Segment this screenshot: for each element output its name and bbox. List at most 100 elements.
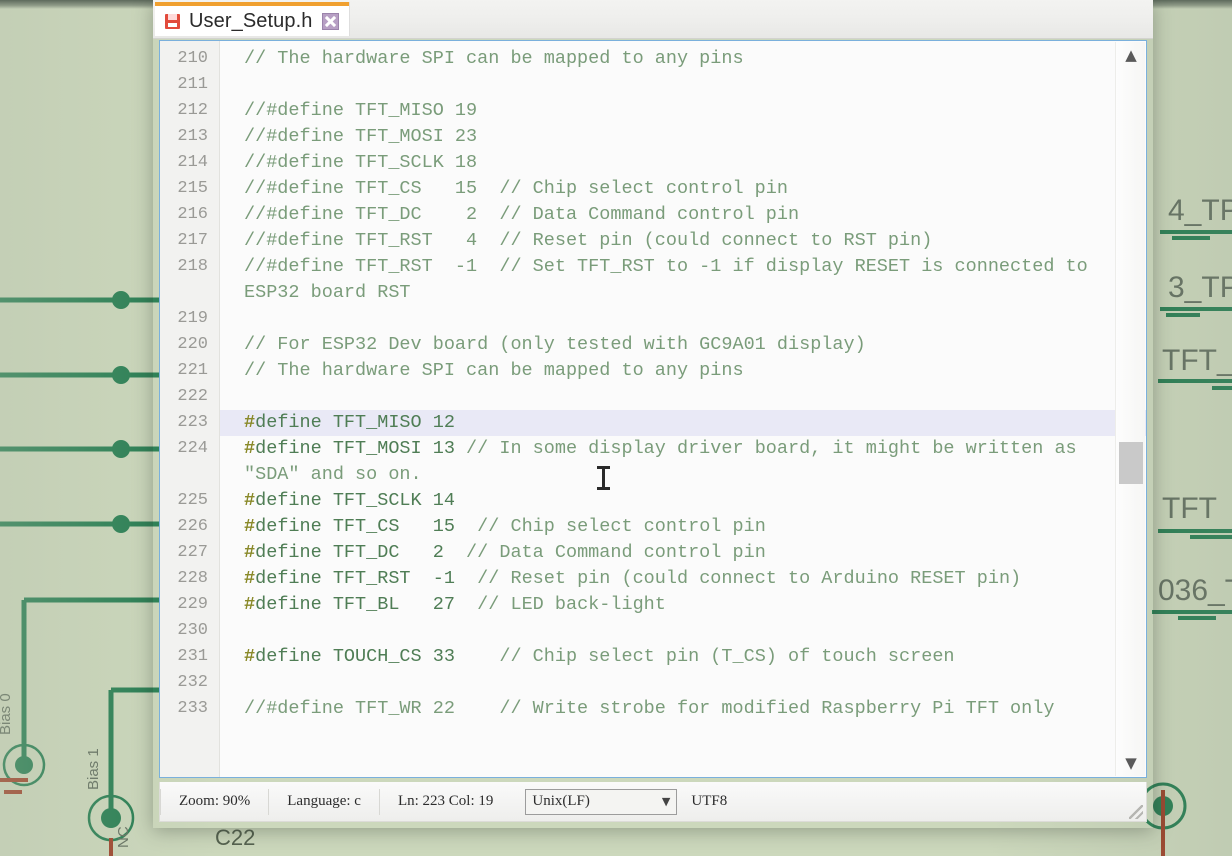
- code-line-222[interactable]: [220, 384, 1146, 410]
- code-token: define TOUCH_CS 33: [255, 646, 500, 667]
- scroll-down-arrow-icon[interactable]: ▼: [1116, 750, 1146, 776]
- scroll-up-arrow-icon[interactable]: ▲: [1116, 42, 1146, 68]
- line-number-233: 233: [177, 699, 208, 718]
- code-line-216[interactable]: //#define TFT_DC 2 // Data Command contr…: [220, 202, 1146, 228]
- code-token: // LED back-light: [477, 594, 666, 615]
- line-number-224: 224: [177, 439, 208, 458]
- line-number-221: 221: [177, 361, 208, 380]
- svg-text:Bias 1: Bias 1: [85, 748, 102, 790]
- line-number-217: 217: [177, 231, 208, 250]
- close-icon[interactable]: [321, 12, 339, 30]
- code-token: //#define TFT_CS 15 // Chip select contr…: [244, 178, 788, 199]
- line-number-214: 214: [177, 153, 208, 172]
- code-line-217[interactable]: //#define TFT_RST 4 // Reset pin (could …: [220, 228, 1146, 254]
- resize-grip-icon[interactable]: [1129, 805, 1143, 819]
- line-number-wrap-filler: .: [160, 280, 219, 306]
- line-number-212: 212: [177, 101, 208, 120]
- floppy-disk-icon: [165, 13, 180, 29]
- code-line-224[interactable]: #define TFT_MOSI 13 // In some display d…: [220, 436, 1146, 488]
- code-line-218[interactable]: //#define TFT_RST -1 // Set TFT_RST to -…: [220, 254, 1146, 306]
- code-line-228[interactable]: #define TFT_RST -1 // Reset pin (could c…: [220, 566, 1146, 592]
- code-line-219[interactable]: [220, 306, 1146, 332]
- line-number-216: 216: [177, 205, 208, 224]
- line-number-223: 223: [177, 413, 208, 432]
- line-number-211: 211: [177, 75, 208, 94]
- status-encoding: UTF8: [691, 793, 728, 809]
- line-number-215: 215: [177, 179, 208, 198]
- code-line-213[interactable]: //#define TFT_MOSI 23: [220, 124, 1146, 150]
- code-token: //#define TFT_DC 2 // Data Command contr…: [244, 204, 800, 225]
- code-token: //#define TFT_RST -1 // Set TFT_RST to -…: [244, 256, 1099, 303]
- code-line-211[interactable]: [220, 72, 1146, 98]
- code-line-229[interactable]: #define TFT_BL 27 // LED back-light: [220, 592, 1146, 618]
- code-token: #: [244, 516, 256, 537]
- code-token: define TFT_RST -1: [255, 568, 478, 589]
- line-number-232: 232: [177, 673, 208, 692]
- code-line-233[interactable]: //#define TFT_WR 22 // Write strobe for …: [220, 696, 1146, 722]
- code-line-212[interactable]: //#define TFT_MISO 19: [220, 98, 1146, 124]
- code-text-area[interactable]: // The hardware SPI can be mapped to any…: [220, 41, 1146, 777]
- svg-text:TFT: TFT: [1162, 492, 1217, 525]
- code-line-220[interactable]: // For ESP32 Dev board (only tested with…: [220, 332, 1146, 358]
- code-line-225[interactable]: #define TFT_SCLK 14: [220, 488, 1146, 514]
- code-token: #: [244, 646, 256, 667]
- code-token: define TFT_SCLK 14: [255, 490, 455, 511]
- code-line-210[interactable]: // The hardware SPI can be mapped to any…: [220, 46, 1146, 72]
- status-bar: Zoom: 90% Language: c Ln: 223 Col: 19 Un…: [159, 782, 1147, 822]
- vertical-scrollbar[interactable]: ▲ ▼: [1115, 42, 1145, 776]
- code-token: define TFT_MOSI 13: [255, 438, 467, 459]
- line-number-226: 226: [177, 517, 208, 536]
- svg-text:Bias 0: Bias 0: [0, 693, 14, 735]
- code-token: //#define TFT_WR 22 // Write strobe for …: [244, 698, 1055, 719]
- text-editor-window: User_Setup.h 210 211 212 213 214 215 216 217 218…: [153, 0, 1153, 828]
- svg-text:TFT_: TFT_: [1162, 344, 1232, 377]
- status-cursor-position: Ln: 223 Col: 19: [397, 793, 494, 809]
- code-line-221[interactable]: // The hardware SPI can be mapped to any…: [220, 358, 1146, 384]
- svg-text:C22: C22: [215, 825, 255, 850]
- code-token: //#define TFT_MOSI 23: [244, 126, 478, 147]
- code-token: #: [244, 490, 256, 511]
- svg-text:NC: NC: [115, 826, 132, 848]
- chevron-down-icon: ▼: [661, 795, 671, 808]
- code-token: define TFT_BL 27: [255, 594, 478, 615]
- line-number-219: 219: [177, 309, 208, 328]
- code-line-215[interactable]: //#define TFT_CS 15 // Chip select contr…: [220, 176, 1146, 202]
- code-token: // Reset pin (could connect to Arduino R…: [477, 568, 1022, 589]
- status-zoom: Zoom: 90%: [179, 793, 251, 809]
- code-line-227[interactable]: #define TFT_DC 2 // Data Command control…: [220, 540, 1146, 566]
- line-number-228: 228: [177, 569, 208, 588]
- code-token: // The hardware SPI can be mapped to any…: [244, 48, 744, 69]
- code-line-214[interactable]: //#define TFT_SCLK 18: [220, 150, 1146, 176]
- code-token: // Chip select pin (T_CS) of touch scree…: [499, 646, 955, 667]
- line-number-230: 230: [177, 621, 208, 640]
- code-token: #: [244, 412, 256, 433]
- code-token: define TFT_DC 2: [255, 542, 467, 563]
- eol-format-dropdown[interactable]: Unix(LF) ▼: [525, 788, 678, 815]
- text-cursor-ibeam: [597, 466, 610, 490]
- code-line-226[interactable]: #define TFT_CS 15 // Chip select control…: [220, 514, 1146, 540]
- code-line-231[interactable]: #define TOUCH_CS 33 // Chip select pin (…: [220, 644, 1146, 670]
- line-number-210: 210: [177, 49, 208, 68]
- code-token: //#define TFT_MISO 19: [244, 100, 478, 121]
- tab-strip: User_Setup.h: [153, 0, 1153, 39]
- code-line-232[interactable]: [220, 670, 1146, 696]
- scrollbar-thumb[interactable]: [1119, 442, 1143, 484]
- code-token: // Chip select control pin: [477, 516, 766, 537]
- code-editor[interactable]: 210 211 212 213 214 215 216 217 218. 219 220 221 222…: [159, 40, 1147, 778]
- svg-text:3_TP: 3_TP: [1168, 271, 1232, 304]
- svg-text:4_TP: 4_TP: [1168, 194, 1232, 227]
- tab-title: User_Setup.h: [189, 9, 313, 32]
- status-language: Language: c: [287, 793, 361, 809]
- code-token: //#define TFT_SCLK 18: [244, 152, 478, 173]
- code-token: #: [244, 594, 256, 615]
- code-token: #: [244, 542, 256, 563]
- line-number-229: 229: [177, 595, 208, 614]
- tab-user-setup-h[interactable]: User_Setup.h: [155, 2, 349, 36]
- code-line-230[interactable]: [220, 618, 1146, 644]
- code-line-223[interactable]: #define TFT_MISO 12: [220, 410, 1146, 436]
- line-number-gutter: 210 211 212 213 214 215 216 217 218. 219 220 221 222…: [160, 41, 220, 777]
- eol-format-value: Unix(LF): [532, 793, 590, 809]
- line-number-222: 222: [177, 387, 208, 406]
- line-number-218: 218: [177, 257, 208, 276]
- code-token: #: [244, 568, 256, 589]
